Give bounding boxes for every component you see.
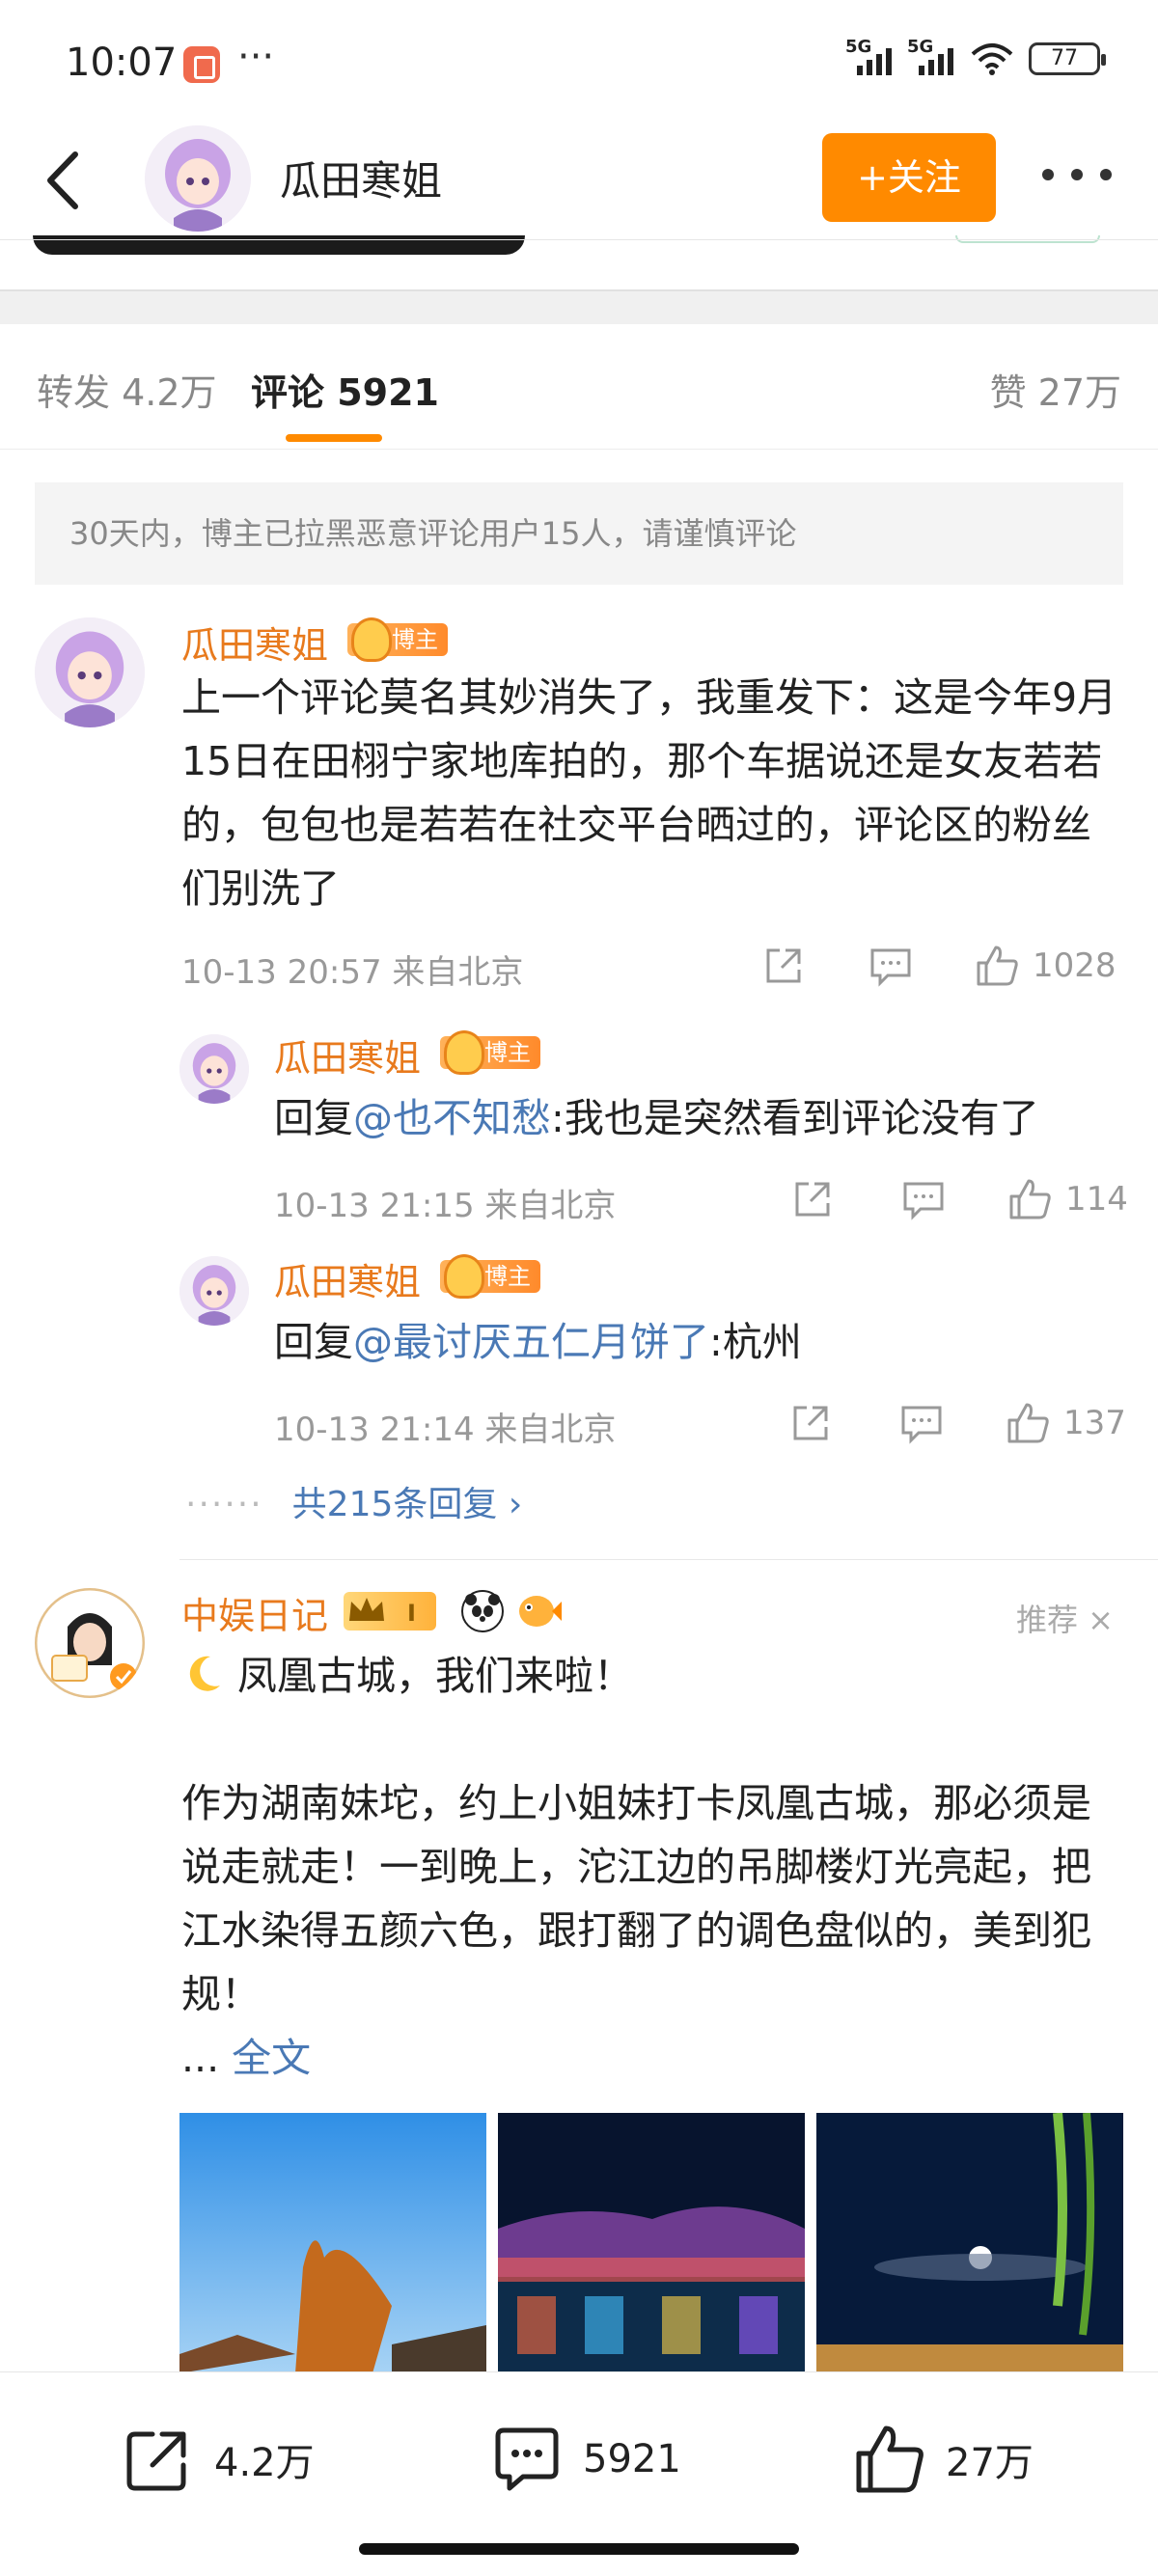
active-tab-indicator: [286, 434, 382, 442]
reply-meta: 10-13 21:14 来自北京: [274, 1411, 617, 1449]
signal-icon: 5G: [907, 37, 955, 75]
blogger-badge: 博主: [440, 1030, 540, 1075]
blogger-badge: 博主: [347, 617, 448, 662]
avatar[interactable]: [179, 1256, 249, 1326]
mention-link[interactable]: @最讨厌五仁月饼了: [353, 1319, 709, 1365]
blogger-badge: 博主: [440, 1254, 540, 1299]
like-count: 1028: [1033, 946, 1117, 985]
like-count: 137: [1063, 1404, 1126, 1442]
like-button[interactable]: 114: [1007, 1177, 1128, 1221]
reply-icon[interactable]: [899, 1402, 944, 1444]
status-bar: 10:07 ··· 5G 5G 77: [0, 0, 1158, 125]
tab-likes[interactable]: 赞 27万: [990, 363, 1121, 416]
home-indicator[interactable]: [359, 2543, 799, 2555]
post-header: 瓜田寒姐 +关注: [0, 125, 1158, 241]
full-text-link[interactable]: 全文: [232, 2035, 311, 2081]
svg-text:I: I: [407, 1600, 416, 1627]
view-more-replies-link[interactable]: ······ 共215条回复 ›: [185, 1476, 522, 1526]
status-time: 10:07: [66, 41, 178, 85]
vip-crown-icon: I: [344, 1592, 436, 1631]
thumb-up-icon: [856, 2425, 924, 2493]
like-post-button[interactable]: 27万: [853, 2423, 1034, 2496]
comment-text: 上一个评论莫名其妙消失了，我重发下：这是今年9月15日在田栩宁家地库拍的，那个车…: [181, 674, 1117, 912]
reply-icon[interactable]: [901, 1178, 946, 1220]
thumb-up-icon: [1007, 1403, 1049, 1443]
section-separator: [0, 289, 1158, 324]
reply-meta: 10-13 21:15 来自北京: [274, 1187, 617, 1225]
back-icon[interactable]: [35, 147, 93, 214]
follow-button[interactable]: +关注: [822, 133, 996, 222]
author-name[interactable]: 瓜田寒姐: [280, 149, 442, 207]
mention-link[interactable]: @也不知愁: [353, 1095, 551, 1141]
post-photos: [179, 2113, 1123, 2373]
avatar[interactable]: [35, 617, 145, 727]
photo-thumbnail[interactable]: [179, 2113, 486, 2373]
reply-text: 回复@最讨厌五仁月饼了:杭州: [274, 1319, 802, 1365]
author-avatar[interactable]: [145, 125, 251, 232]
moon-icon: [181, 1650, 224, 1692]
post-image-edge: [33, 235, 525, 255]
repost-icon: [126, 2431, 186, 2491]
divider: [179, 1559, 1158, 1560]
reply-username[interactable]: 瓜田寒姐: [274, 1028, 421, 1082]
tab-comments[interactable]: 评论 5921: [251, 363, 439, 416]
comment-icon: [495, 2427, 559, 2491]
interaction-tabs: 转发 4.2万 评论 5921 赞 27万: [0, 324, 1158, 450]
post-body: 作为湖南妹坨，约上小姐妹打卡凤凰古城，那必须是说走就走！一到晚上，沱江边的吊脚楼…: [181, 1780, 1091, 2081]
comment-meta: 10-13 20:57 来自北京: [181, 953, 524, 992]
divider: [0, 239, 1158, 240]
notification-app-icon: [183, 46, 220, 83]
thumb-up-icon: [977, 945, 1018, 986]
reply-username[interactable]: 瓜田寒姐: [274, 1252, 421, 1305]
more-notifications-icon: ···: [237, 35, 275, 79]
comment-button[interactable]: 5921: [490, 2423, 681, 2496]
photo-thumbnail[interactable]: [498, 2113, 805, 2373]
tab-repost[interactable]: 转发 4.2万: [37, 363, 217, 416]
share-icon[interactable]: [791, 1178, 834, 1220]
like-button[interactable]: 137: [1006, 1401, 1126, 1445]
recommended-username[interactable]: 中娱日记: [181, 1586, 328, 1639]
post-first-line: 凤凰古城，我们来啦！: [181, 1644, 1127, 1708]
wifi-icon: [971, 43, 1013, 75]
repost-button[interactable]: 4.2万: [122, 2423, 315, 2496]
share-icon[interactable]: [789, 1402, 832, 1444]
reply-text: 回复@也不知愁:我也是突然看到评论没有了: [274, 1095, 1039, 1141]
comment-username[interactable]: 瓜田寒姐: [181, 616, 328, 669]
battery-icon: 77: [1029, 42, 1106, 75]
like-count: 114: [1065, 1180, 1128, 1219]
more-options-icon[interactable]: [1042, 160, 1112, 189]
pufferfish-icon: [513, 1590, 562, 1632]
thumb-up-icon: [1009, 1179, 1051, 1219]
avatar[interactable]: [179, 1034, 249, 1104]
recommend-close-button[interactable]: 推荐 ×: [1016, 1596, 1114, 1640]
like-button[interactable]: 1028: [975, 944, 1117, 988]
share-icon[interactable]: [762, 945, 805, 987]
recommended-avatar[interactable]: [35, 1588, 145, 1698]
signal-icon: 5G: [845, 37, 894, 75]
comment-notice: 30天内，博主已拉黑恶意评论用户15人，请谨慎评论: [35, 482, 1123, 585]
reply-icon[interactable]: [868, 945, 913, 987]
panda-icon: [461, 1590, 504, 1632]
photo-thumbnail[interactable]: [816, 2113, 1123, 2373]
